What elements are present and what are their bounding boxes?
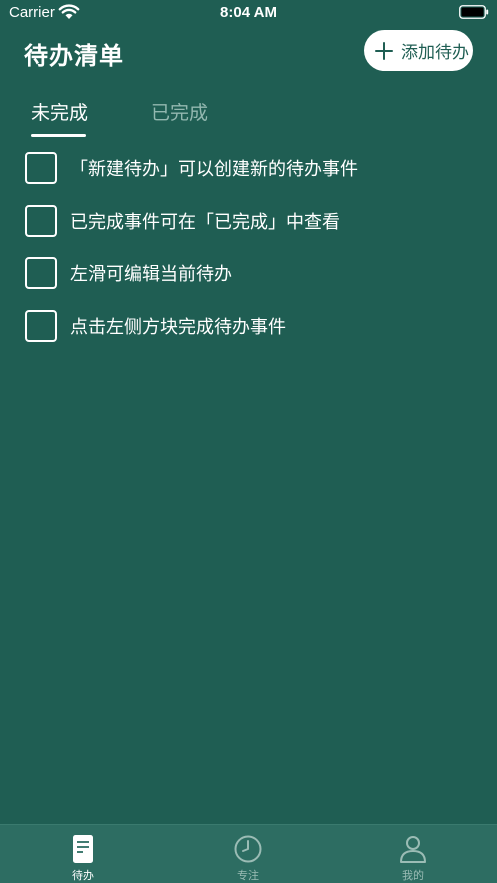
add-todo-button-label: 添加待办 (401, 43, 469, 63)
todo-checkbox[interactable] (25, 152, 57, 185)
bottom-tab-bar: 待办 专注 我的 (0, 824, 497, 883)
person-icon (400, 836, 426, 863)
status-time: 8:04 AM (220, 4, 277, 21)
active-tab-indicator (31, 134, 86, 137)
todo-checkbox[interactable] (25, 309, 57, 342)
todo-checkbox[interactable] (25, 257, 57, 290)
tab-bar-item-todo[interactable]: 待办 (33, 825, 133, 883)
todo-screen: Carrier 8:04 AM 待办清单 添加待办 未完成 已完成 「新建待办」… (0, 0, 497, 883)
tab-bar-item-focus[interactable]: 专注 (198, 825, 298, 883)
tab-bar-label-focus: 专注 (237, 869, 259, 882)
todo-text: 点击左侧方块完成待办事件 (70, 316, 286, 338)
todo-item[interactable]: 点击左侧方块完成待办事件 (0, 300, 497, 353)
tab-bar-label-todo: 待办 (72, 869, 94, 882)
tab-completed[interactable]: 已完成 (151, 98, 208, 125)
todo-item[interactable]: 已完成事件可在「已完成」中查看 (0, 195, 497, 248)
add-todo-button[interactable]: 添加待办 (364, 30, 473, 71)
tab-bar-label-mine: 我的 (402, 869, 424, 882)
todo-text: 已完成事件可在「已完成」中查看 (70, 211, 340, 233)
clock-icon (234, 835, 262, 863)
todo-text: 「新建待办」可以创建新的待办事件 (70, 159, 358, 181)
tab-incomplete[interactable]: 未完成 (31, 98, 88, 125)
tab-bar-item-mine[interactable]: 我的 (363, 825, 463, 883)
document-icon (73, 835, 93, 863)
todo-list: 「新建待办」可以创建新的待办事件 已完成事件可在「已完成」中查看 左滑可编辑当前… (0, 142, 497, 352)
battery-icon (459, 5, 489, 19)
page-title: 待办清单 (24, 42, 124, 70)
status-bar: Carrier 8:04 AM (0, 0, 497, 26)
todo-item[interactable]: 「新建待办」可以创建新的待办事件 (0, 142, 497, 195)
todo-item[interactable]: 左滑可编辑当前待办 (0, 247, 497, 300)
plus-icon (375, 41, 393, 60)
todo-checkbox[interactable] (25, 204, 57, 237)
todo-text: 左滑可编辑当前待办 (70, 264, 232, 286)
